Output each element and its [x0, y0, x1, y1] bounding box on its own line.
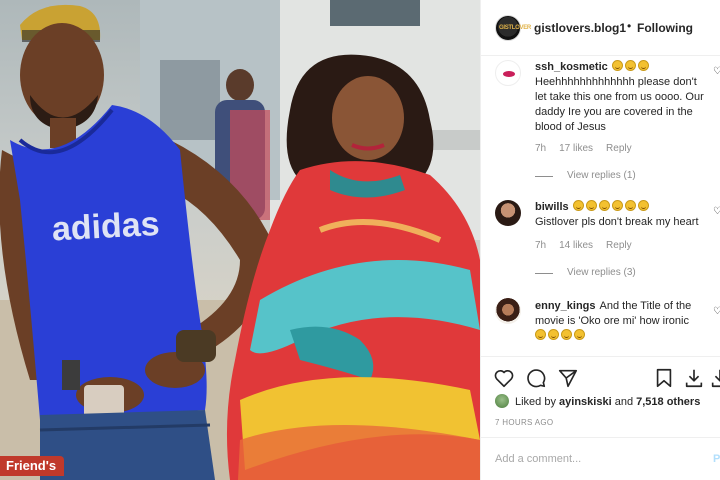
comment-likes[interactable]: 14 likes: [559, 240, 593, 251]
header-username[interactable]: gistlovers.blog1: [534, 21, 626, 35]
comment-meta: 7h 17 likes Reply: [535, 143, 645, 154]
post-actions: [481, 356, 720, 396]
laughing-emoji-icon: [637, 60, 649, 71]
bookmark-icon[interactable]: [653, 367, 675, 389]
likes-summary: Liked by ayinskiski and 7,518 others: [495, 394, 700, 408]
commenter-avatar[interactable]: [495, 60, 521, 86]
thinking-emoji-icon: [548, 329, 559, 340]
thinking-emoji-icon: [561, 329, 572, 340]
reply-button[interactable]: Reply: [606, 240, 632, 251]
lips-icon: [503, 71, 515, 77]
laughing-emoji-icon: [624, 60, 636, 71]
comment-icon[interactable]: [525, 367, 547, 389]
header-separator: •: [627, 19, 632, 33]
post-photo-illustration: adidas: [0, 0, 480, 480]
post-photo[interactable]: adidas Friend's: [0, 0, 480, 480]
likes-connector: and: [614, 396, 634, 408]
emoji-group: [535, 329, 705, 344]
laughing-emoji-icon: [611, 60, 623, 71]
thinking-emoji-icon: [574, 329, 585, 340]
replies-divider: [535, 273, 553, 274]
smiling-emoji-icon: [585, 200, 597, 211]
heart-icon[interactable]: [493, 367, 515, 389]
comment-likes[interactable]: 17 likes: [559, 143, 593, 154]
emoji-group: [572, 200, 651, 213]
comment-body: enny_kings And the Title of the movie is …: [535, 299, 705, 344]
comment-body: ssh_kosmetic Heehhhhhhhhhhhhh please don…: [535, 60, 705, 135]
emoji-group: [611, 60, 651, 73]
comment-like-icon[interactable]: ♡: [713, 66, 720, 77]
likes-prefix: Liked by: [515, 396, 556, 408]
comment-like-icon[interactable]: ♡: [713, 206, 720, 217]
replies-divider: [535, 176, 553, 177]
following-button[interactable]: Following: [637, 21, 693, 35]
smiling-emoji-icon: [611, 200, 623, 211]
comment-like-icon[interactable]: ♡: [713, 306, 720, 317]
comment-body: biwills Gistlover pls don't break my hea…: [535, 200, 705, 230]
smiling-emoji-icon: [637, 200, 649, 211]
thinking-emoji-icon: [535, 329, 546, 340]
view-replies-link[interactable]: View replies (3): [567, 267, 636, 278]
commenter-avatar[interactable]: [495, 200, 521, 226]
liker-username[interactable]: ayinskiski: [559, 396, 612, 408]
comment-username[interactable]: ssh_kosmetic: [535, 61, 608, 73]
smiling-emoji-icon: [598, 200, 610, 211]
reply-button[interactable]: Reply: [606, 143, 632, 154]
add-comment-bar: P: [481, 437, 720, 480]
smiling-emoji-icon: [572, 200, 584, 211]
comment-username[interactable]: enny_kings: [535, 300, 596, 312]
shirt-logo-text: adidas: [51, 205, 161, 249]
commenter-avatar[interactable]: [495, 298, 521, 324]
post-sidebar: GISTLOVER gistlovers.blog1 • Following s…: [480, 0, 720, 480]
likes-count[interactable]: 7,518 others: [636, 396, 700, 408]
comment-text: Gistlover pls don't break my heart: [535, 216, 699, 228]
smiling-emoji-icon: [624, 200, 636, 211]
comment-username[interactable]: biwills: [535, 201, 569, 213]
comment-time: 7h: [535, 240, 547, 251]
watermark-label: Friend's: [0, 456, 65, 476]
view-replies-link[interactable]: View replies (1): [567, 170, 636, 181]
post-comment-button[interactable]: P: [713, 453, 720, 465]
paper-plane-icon[interactable]: [557, 367, 579, 389]
post-header: GISTLOVER gistlovers.blog1 • Following: [481, 0, 720, 56]
download-icon[interactable]: [683, 367, 705, 389]
download-icon[interactable]: [709, 367, 720, 389]
post-timestamp: 7 HOURS AGO: [495, 418, 554, 427]
comment-meta: 7h 14 likes Reply: [535, 240, 645, 251]
comment-time: 7h: [535, 143, 547, 154]
profile-logo-icon[interactable]: GISTLOVER: [495, 15, 531, 41]
liker-avatar[interactable]: [495, 394, 509, 408]
comment-text: Heehhhhhhhhhhhhh please don't let take t…: [535, 76, 704, 133]
comment-input[interactable]: [493, 450, 693, 468]
